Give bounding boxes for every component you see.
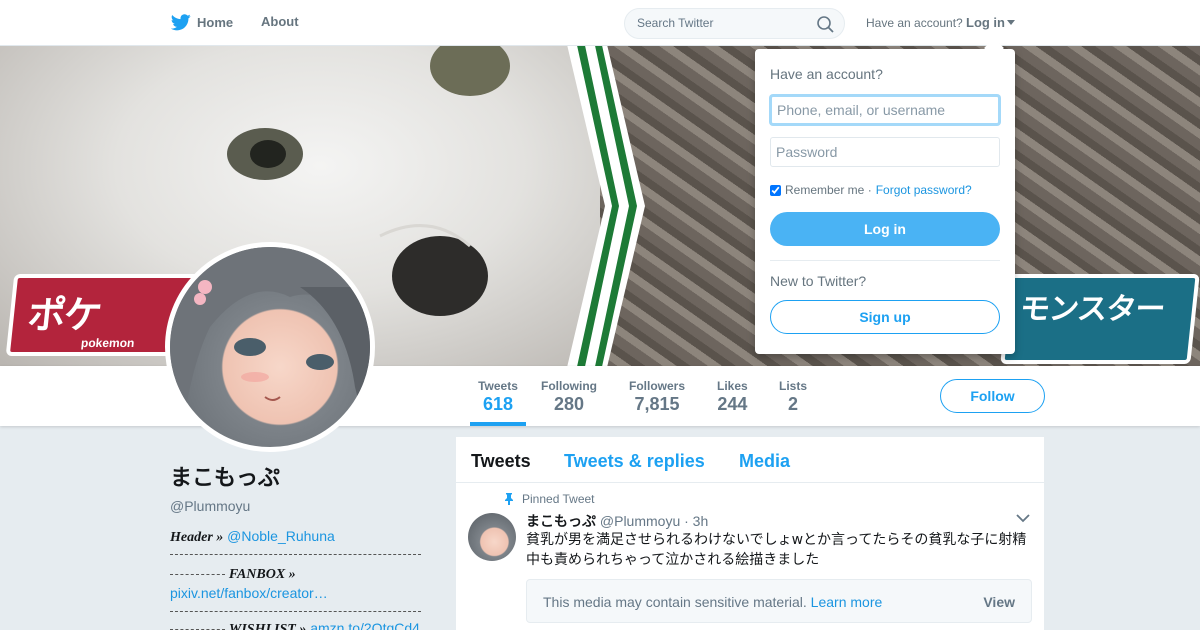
stat-tweets[interactable]: Tweets 618 <box>470 379 526 426</box>
profile-display-name[interactable]: まこもっぷ <box>170 460 430 492</box>
have-account-text: Have an account? <box>866 16 963 30</box>
timeline-tabs: Tweets Tweets & replies Media <box>456 437 1044 483</box>
bio-header-line: Header » @Noble_Ruhuna <box>170 528 430 546</box>
banner-logo-right-text: モンスター <box>1018 293 1167 326</box>
timeline: Tweets Tweets & replies Media Pinned Twe… <box>456 437 1044 630</box>
profile-avatar[interactable] <box>165 242 375 452</box>
sensitive-media-warning: This media may contain sensitive materia… <box>526 579 1032 623</box>
avatar-illustration <box>170 247 370 447</box>
bio-divider <box>170 554 421 555</box>
bio-divider <box>170 611 421 612</box>
tweet-text: 貧乳が男を満足させられるわけないでしょwとか言ってたらその貧乳な子に射精中も責め… <box>526 532 1027 568</box>
banner-green-chevron <box>567 46 645 366</box>
login-dropdown-title: Have an account? <box>770 66 883 82</box>
bio-fanbox-link[interactable]: pixiv.net/fanbox/creator… <box>170 585 328 601</box>
profile-sidebar: まこもっぷ @Plummoyu Header » @Noble_Ruhuna F… <box>170 460 430 630</box>
view-media-button[interactable]: View <box>983 594 1015 610</box>
new-to-twitter-text: New to Twitter? <box>770 273 867 289</box>
login-button[interactable]: Log in <box>770 212 1000 246</box>
stat-value: 618 <box>482 394 514 414</box>
tweet-options-chevron-icon[interactable] <box>1016 513 1030 523</box>
stat-following[interactable]: Following 280 <box>541 379 597 415</box>
stat-label: Following <box>541 379 597 393</box>
twitter-bird-icon <box>171 14 191 31</box>
nav-about-label: About <box>261 14 299 29</box>
stat-value: 280 <box>553 394 585 414</box>
stat-label: Lists <box>779 379 808 393</box>
stat-followers[interactable]: Followers 7,815 <box>629 379 685 415</box>
nav-home-label: Home <box>197 15 234 30</box>
pinned-indicator: Pinned Tweet <box>504 492 595 506</box>
stat-value: 244 <box>717 394 748 414</box>
follow-button[interactable]: Follow <box>940 379 1045 413</box>
login-toggle-label: Log in <box>966 15 1005 30</box>
bio-dash <box>170 573 225 575</box>
remember-me-label: Remember me · <box>785 183 872 197</box>
tweet-timestamp[interactable]: · 3h <box>684 513 708 529</box>
banner-logo-left-text: ポケ <box>25 295 103 337</box>
top-navigation-bar: Home About Have an account? Log in <box>0 0 1200 46</box>
nav-about[interactable]: About <box>261 14 299 29</box>
stat-label: Tweets <box>478 379 518 393</box>
signup-button[interactable]: Sign up <box>770 300 1000 334</box>
stat-value: 7,815 <box>634 394 680 414</box>
banner-logo-right: モンスター <box>1000 274 1200 364</box>
search-box[interactable] <box>624 8 845 39</box>
remember-me-row: Remember me · Forgot password? <box>770 183 972 197</box>
stat-label: Followers <box>629 379 686 393</box>
stat-label: Likes <box>717 379 748 393</box>
sensitive-media-text: This media may contain sensitive materia… <box>543 594 807 610</box>
bio-wishlist-line: WISHLIST » amzn.to/2OtqCd4 <box>170 620 430 630</box>
banner-logo-left-sub: pokemon <box>80 336 136 350</box>
bio-header-label: Header » <box>170 530 224 545</box>
stat-value: 2 <box>788 394 799 414</box>
tweet-header: まこもっぷ @Plummoyu · 3h <box>526 511 708 531</box>
login-dropdown: Have an account? Remember me · Forgot pa… <box>755 49 1015 354</box>
bio-wishlist-link[interactable]: amzn.to/2OtqCd4 <box>310 620 420 630</box>
stat-likes[interactable]: Likes 244 <box>717 379 748 415</box>
login-dropdown-toggle[interactable]: Log in <box>966 15 1015 30</box>
bio-header-link[interactable]: @Noble_Ruhuna <box>227 528 335 544</box>
stat-lists[interactable]: Lists 2 <box>779 379 807 415</box>
forgot-password-link[interactable]: Forgot password? <box>876 183 972 197</box>
caret-down-icon <box>1007 19 1015 25</box>
search-input[interactable] <box>637 16 812 30</box>
remember-me-checkbox[interactable] <box>770 184 781 196</box>
login-dropdown-divider <box>770 260 1000 261</box>
search-icon[interactable] <box>817 16 834 33</box>
tab-media[interactable]: Media <box>739 451 790 472</box>
profile-handle[interactable]: @Plummoyu <box>170 498 430 514</box>
tweet-author-name[interactable]: まこもっぷ <box>526 513 596 529</box>
pin-icon <box>505 493 513 505</box>
password-input[interactable] <box>770 137 1000 167</box>
learn-more-link[interactable]: Learn more <box>811 594 883 610</box>
bio-fanbox-link-line: pixiv.net/fanbox/creator… <box>170 585 430 601</box>
nav-home[interactable]: Home <box>171 14 233 31</box>
tab-tweets-and-replies[interactable]: Tweets & replies <box>564 451 705 472</box>
tweet-avatar[interactable] <box>468 513 516 561</box>
pinned-label: Pinned Tweet <box>522 492 595 506</box>
tweet-author-handle[interactable]: @Plummoyu <box>600 513 680 529</box>
sensitive-media-message: This media may contain sensitive materia… <box>543 594 882 610</box>
username-input[interactable] <box>770 95 1000 125</box>
bio-fanbox-line: FANBOX » <box>170 565 430 583</box>
bio-wishlist-label: WISHLIST » <box>228 622 307 630</box>
tab-tweets[interactable]: Tweets <box>471 451 531 472</box>
bio-fanbox-label: FANBOX » <box>228 567 296 582</box>
